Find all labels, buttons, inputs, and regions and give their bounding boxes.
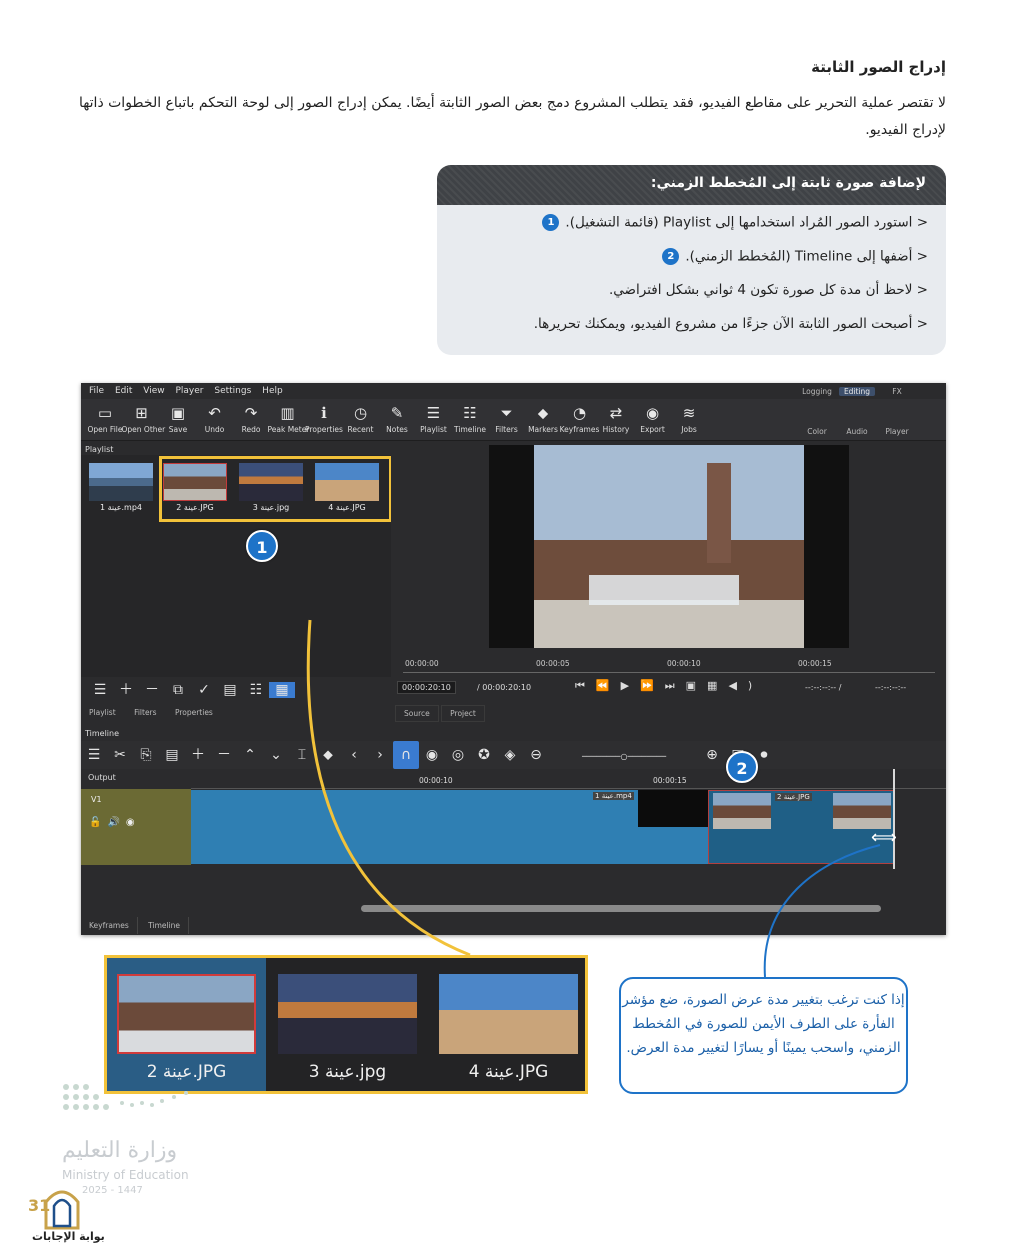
ministry-logo-dots: [63, 1084, 188, 1110]
zoom-item: عينة 3.jpg: [268, 958, 427, 1091]
zoom-thumbnail-night: [278, 974, 417, 1054]
site-logo-icon: [44, 1190, 80, 1230]
edition-year: 2025 - 1447: [82, 1185, 143, 1196]
zoom-caption: عينة 4.JPG: [468, 1062, 549, 1082]
zoom-caption: عينة 3.jpg: [308, 1062, 387, 1082]
zoom-item: عينة 2.JPG: [107, 958, 266, 1091]
zoomed-playlist: عينة 2.JPG عينة 3.jpg عينة 4.JPG: [104, 955, 588, 1094]
ministry-name-english: Ministry of Education: [62, 1168, 189, 1182]
site-name: بوابة الإجابات: [32, 1230, 105, 1243]
zoom-caption: عينة 2.JPG: [146, 1062, 227, 1082]
zoom-thumbnail-wall: [439, 974, 578, 1054]
zoom-thumbnail-fort: [117, 974, 256, 1054]
ministry-name-arabic: وزارة التعليم: [62, 1138, 178, 1163]
tip-bubble: إذا كنت ترغب بتغيير مدة عرض الصورة، ضع م…: [619, 977, 908, 1094]
zoom-item: عينة 4.JPG: [429, 958, 588, 1091]
